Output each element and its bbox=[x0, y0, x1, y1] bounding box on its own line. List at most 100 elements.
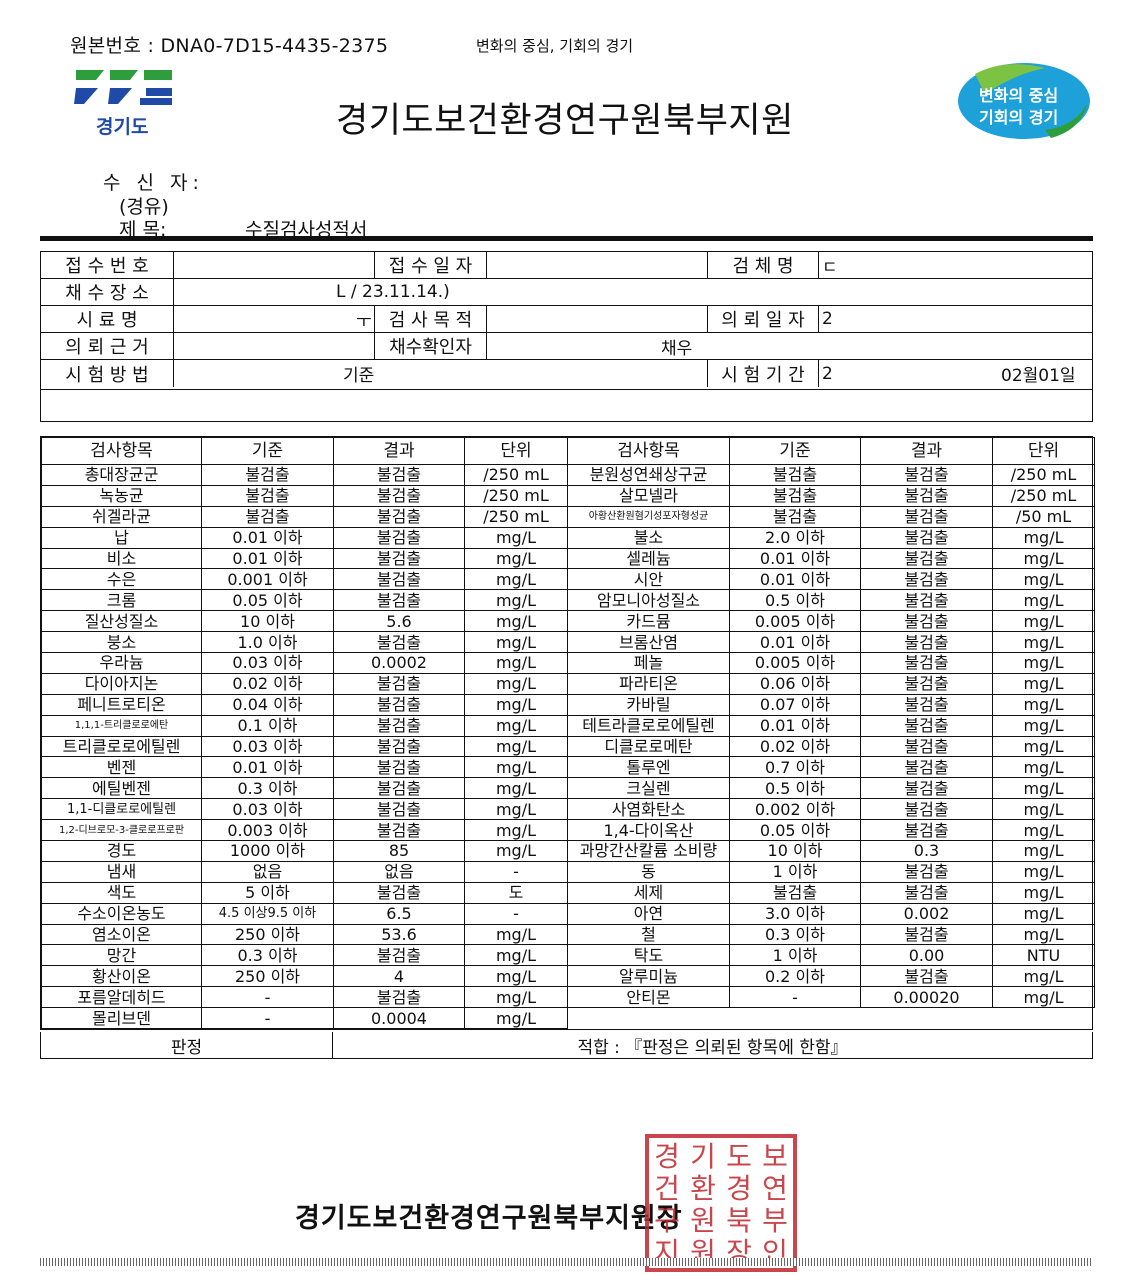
table-cell: 불검출 bbox=[333, 464, 465, 486]
table-cell: mg/L bbox=[992, 965, 1095, 988]
table-row: 경도 1000 이하 85 mg/L 과망간산칼륨 소비량 10 이하 0.3 mg/L bbox=[41, 840, 1095, 862]
table-row: 냄새 없음 없음 - 동 1 이하 불검출 mg/L bbox=[41, 860, 1095, 883]
collect-place-label: 채 수 장 소 bbox=[41, 279, 174, 305]
table-cell: 0.03 이하 bbox=[201, 652, 334, 674]
table-cell: mg/L bbox=[464, 986, 568, 1009]
table-cell bbox=[992, 1007, 1095, 1029]
header-cell: 결과 bbox=[860, 437, 993, 465]
divider bbox=[40, 236, 1093, 241]
table-cell: 색도 bbox=[41, 881, 202, 904]
table-cell: - bbox=[201, 1007, 334, 1030]
table-cell: 크실렌 bbox=[567, 777, 730, 800]
header-cell: 검사항목 bbox=[41, 437, 202, 465]
table-cell: mg/L bbox=[992, 735, 1095, 758]
table-cell: mg/L bbox=[992, 631, 1095, 654]
table-cell: 다이아지논 bbox=[41, 672, 202, 695]
table-cell: - bbox=[464, 902, 568, 925]
table-cell: 250 이하 bbox=[201, 965, 334, 988]
table-cell: 0.00020 bbox=[860, 986, 993, 1009]
table-row: 황산이온 250 이하 4 mg/L 알루미늄 0.2 이하 불검출 mg/L bbox=[41, 965, 1095, 988]
table-cell: 세제 bbox=[567, 881, 730, 904]
table-cell: 1,4-다이옥산 bbox=[567, 819, 730, 842]
org-title: 경기도보건환경연구원북부지원 bbox=[336, 101, 794, 141]
table-cell: 페니트로티온 bbox=[41, 693, 202, 716]
table-cell bbox=[860, 1007, 993, 1029]
table-row: 1,1-디클로로에틸렌 0.03 이하 불검출 mg/L 사염화탄소 0.002 이하 불검… bbox=[41, 798, 1095, 821]
table-cell: mg/L bbox=[992, 526, 1095, 549]
table-row: 다이아지논 0.02 이하 불검출 mg/L 파라티온 0.06 이하 불검출 mg/L bbox=[41, 672, 1095, 695]
receipt-date-label: 접 수 일 자 bbox=[374, 252, 487, 278]
table-cell: 녹농균 bbox=[41, 484, 202, 507]
table-cell: mg/L bbox=[464, 923, 568, 946]
confirmer-label: 채수확인자 bbox=[374, 333, 487, 359]
table-row: 납 0.01 이하 불검출 mg/L 불소 2.0 이하 불검출 mg/L bbox=[41, 526, 1095, 549]
table-cell: mg/L bbox=[464, 672, 568, 695]
table-cell: 불검출 bbox=[729, 505, 861, 528]
table-cell: 0.03 이하 bbox=[201, 798, 334, 821]
table-cell: 3.0 이하 bbox=[729, 902, 861, 925]
table-cell: 0.3 이하 bbox=[729, 923, 861, 946]
table-cell: 0.005 이하 bbox=[729, 652, 861, 674]
table-cell: 0.3 이하 bbox=[201, 944, 334, 967]
table-cell: 1 이하 bbox=[729, 944, 861, 967]
table-cell: 없음 bbox=[201, 860, 334, 883]
table-cell: mg/L bbox=[464, 798, 568, 821]
table-cell: 0.2 이하 bbox=[729, 965, 861, 988]
table-row: 망간 0.3 이하 불검출 mg/L 탁도 1 이하 0.00 NTU bbox=[41, 944, 1095, 967]
table-cell: 불검출 bbox=[860, 777, 993, 800]
collect-place-value: L / 23.11.14.) bbox=[336, 282, 450, 302]
table-cell: 철 bbox=[567, 923, 730, 946]
seal-char: 부 bbox=[762, 1204, 788, 1237]
table-cell bbox=[729, 1007, 861, 1029]
period-label: 시 험 기 간 bbox=[707, 360, 819, 387]
table-cell: mg/L bbox=[464, 526, 568, 549]
table-cell: - bbox=[201, 986, 334, 1009]
table-cell: 불검출 bbox=[860, 693, 993, 716]
table-cell: 0.1 이하 bbox=[201, 714, 334, 737]
table-cell: 불검출 bbox=[860, 610, 993, 633]
table-cell: mg/L bbox=[992, 589, 1095, 612]
table-cell: 톨루엔 bbox=[567, 756, 730, 779]
table-cell: 0.01 이하 bbox=[729, 547, 861, 570]
table-cell: mg/L bbox=[464, 568, 568, 591]
purpose-label: 검 사 목 적 bbox=[374, 306, 487, 332]
table-cell: 불검출 bbox=[333, 589, 465, 612]
table-cell: mg/L bbox=[992, 610, 1095, 633]
table-cell: 0.01 이하 bbox=[729, 714, 861, 737]
table-cell: 0.01 이하 bbox=[201, 526, 334, 549]
table-row: 트리클로로에틸렌 0.03 이하 불검출 mg/L 디클로로메탄 0.02 이하 불검출 mg… bbox=[41, 735, 1095, 758]
table-cell: mg/L bbox=[464, 944, 568, 967]
table-cell: - bbox=[729, 986, 861, 1009]
table-cell: mg/L bbox=[464, 631, 568, 654]
table-cell: mg/L bbox=[992, 986, 1095, 1009]
official-seal: 경기도보건환경연구원북부지원장인 bbox=[645, 1134, 797, 1272]
table-cell: 0.06 이하 bbox=[729, 672, 861, 695]
table-cell: 망간 bbox=[41, 944, 202, 967]
table-cell: mg/L bbox=[464, 735, 568, 758]
table-cell: 불검출 bbox=[201, 505, 334, 528]
table-cell: 없음 bbox=[333, 860, 465, 883]
table-cell: 불검출 bbox=[333, 693, 465, 716]
table-cell: mg/L bbox=[464, 589, 568, 612]
table-row: 몰리브덴 -0.0004 mg/L bbox=[41, 1007, 1095, 1030]
table-cell: NTU bbox=[992, 944, 1095, 967]
table-cell: 불검출 bbox=[860, 714, 993, 737]
table-cell: 불검출 bbox=[333, 777, 465, 800]
table-cell: 크롬 bbox=[41, 589, 202, 612]
table-cell: mg/L bbox=[464, 610, 568, 633]
sample-name-label: 검 체 명 bbox=[707, 252, 819, 278]
table-cell: 불검출 bbox=[201, 484, 334, 507]
seal-char: 경 bbox=[726, 1172, 752, 1205]
header-cell: 단위 bbox=[464, 437, 568, 465]
table-cell: 0.5 이하 bbox=[729, 777, 861, 800]
method-value: 기준 bbox=[343, 366, 375, 386]
table-cell: 0.0002 bbox=[333, 652, 465, 674]
table-cell: 불검출 bbox=[860, 923, 993, 946]
confirmer-value: 채우 bbox=[661, 338, 693, 359]
table-cell: mg/L bbox=[992, 840, 1095, 862]
results-header-row: 검사항목 기준 결과 단위 검사항목 기준 결과 단위 bbox=[41, 437, 1095, 465]
table-cell: 냄새 bbox=[41, 860, 202, 883]
table-cell: 0.01 이하 bbox=[201, 756, 334, 779]
results-table: 검사항목 기준 결과 단위 검사항목 기준 결과 단위 총대장균군 불검출 불검출/250 mL 분… bbox=[40, 436, 1095, 1031]
period-end-value: 02월01일 bbox=[1001, 366, 1076, 386]
